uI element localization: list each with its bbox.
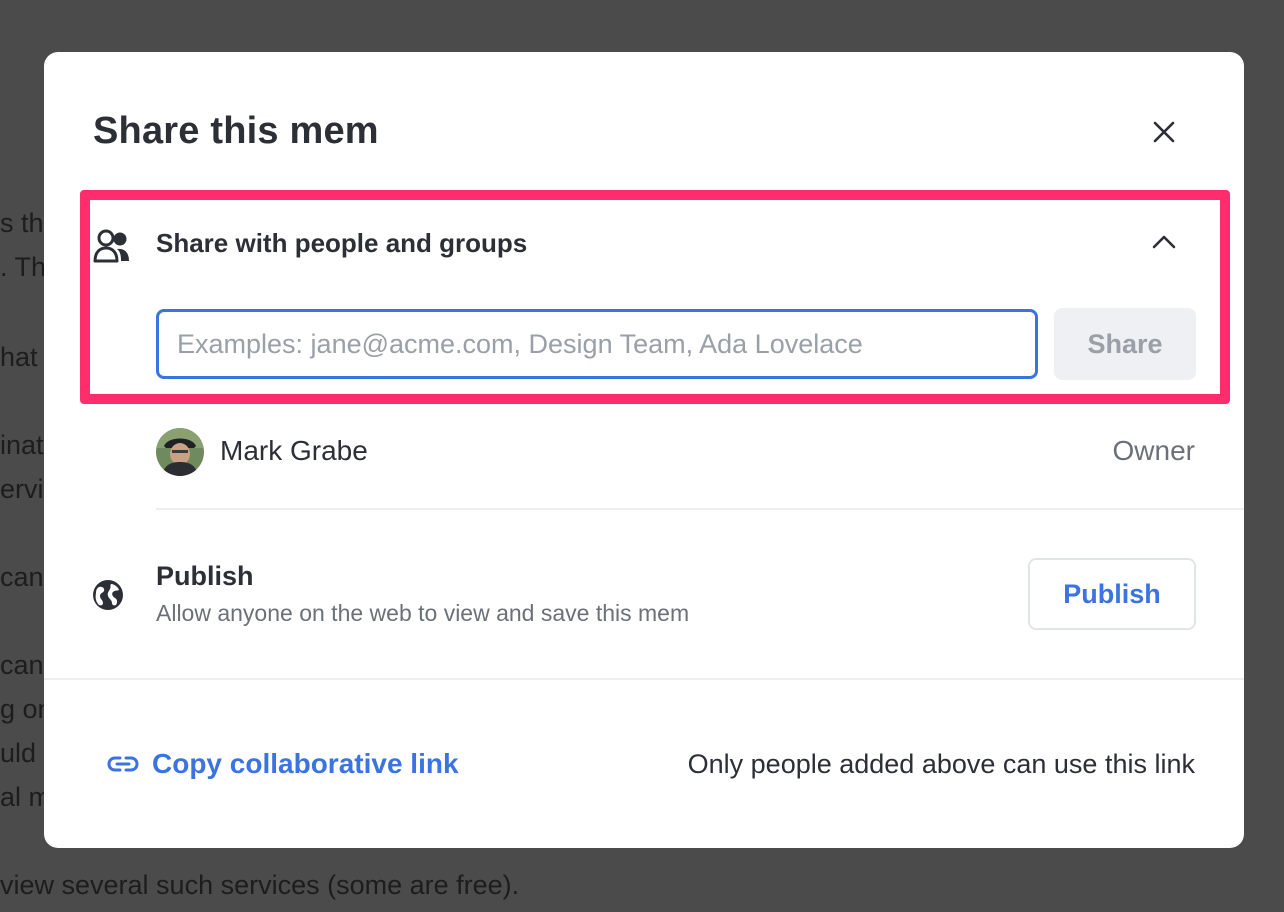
- publish-description: Allow anyone on the web to view and save…: [156, 600, 690, 626]
- globe-icon: [93, 580, 123, 610]
- background-text-line: uld: [0, 738, 37, 768]
- close-icon: [1153, 121, 1175, 143]
- avatar: [156, 428, 204, 476]
- background-text-line: . Th: [0, 252, 47, 282]
- background-text-line: inat: [0, 430, 44, 460]
- link-access-note: Only people added above can use this lin…: [687, 749, 1195, 779]
- modal-title: Share this mem: [93, 110, 379, 152]
- share-recipients-input[interactable]: [156, 309, 1038, 379]
- share-button[interactable]: Share: [1054, 308, 1196, 380]
- member-name: Mark Grabe: [220, 435, 368, 466]
- background-text-line: can: [0, 650, 44, 680]
- divider: [44, 678, 1244, 680]
- copy-link-label: Copy collaborative link: [152, 748, 459, 779]
- share-modal: Share this mem Share with people and gro…: [44, 52, 1244, 848]
- divider: [156, 508, 1244, 510]
- people-icon: [93, 229, 129, 263]
- copy-collaborative-link-button[interactable]: Copy collaborative link: [106, 748, 459, 780]
- background-text-line: ervi: [0, 474, 44, 504]
- link-icon: [107, 756, 139, 772]
- background-text-bottom: view several such services (some are fre…: [0, 870, 520, 900]
- background-text-line: s th: [0, 208, 44, 238]
- close-button[interactable]: [1144, 112, 1184, 152]
- collapse-section-button[interactable]: [1146, 224, 1182, 260]
- background-text-line: can: [0, 562, 44, 592]
- member-role: Owner: [1112, 435, 1195, 466]
- chevron-up-icon: [1152, 235, 1176, 249]
- publish-title: Publish: [156, 561, 254, 591]
- publish-button[interactable]: Publish: [1028, 558, 1196, 630]
- share-section-title: Share with people and groups: [156, 228, 528, 258]
- background-text-line: hat: [0, 342, 38, 372]
